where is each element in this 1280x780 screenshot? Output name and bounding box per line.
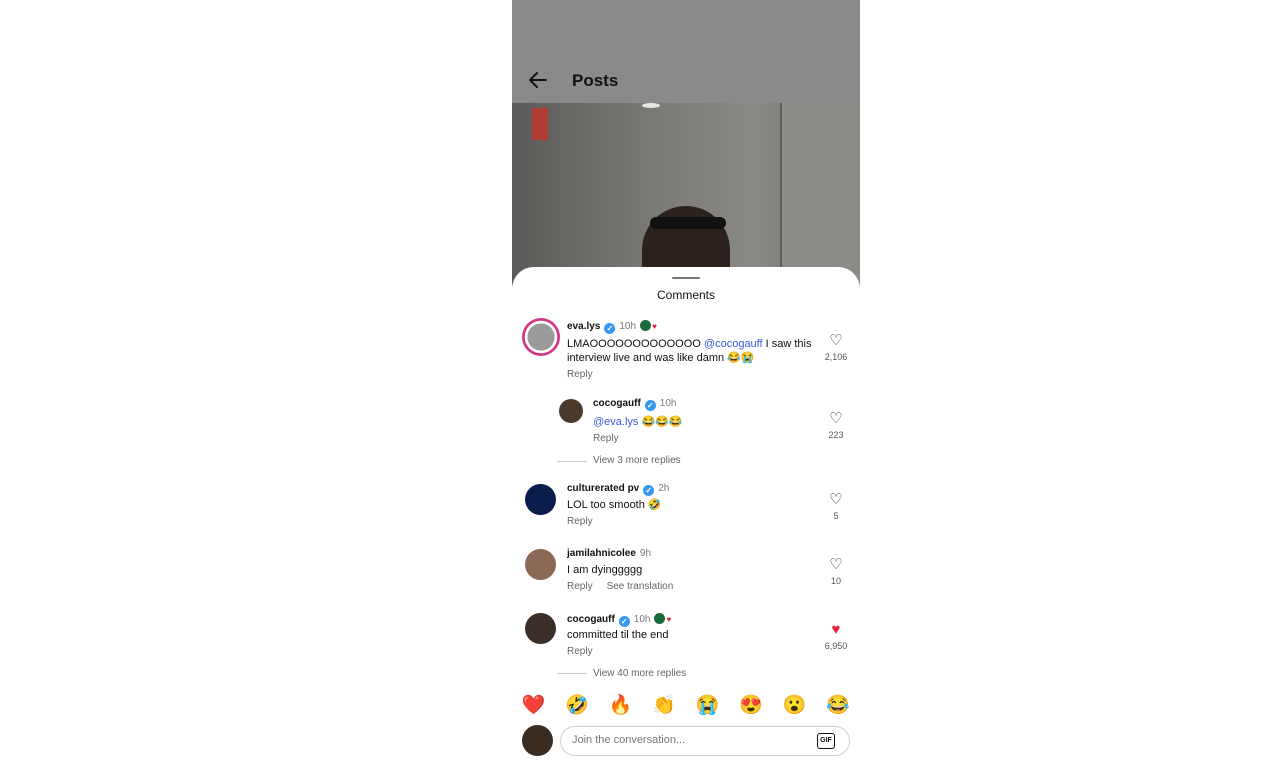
emoji-clap-button[interactable]: 👏 bbox=[649, 693, 679, 717]
comment-text: LOL too smooth 🤣 bbox=[567, 499, 662, 511]
reply-button[interactable]: Reply bbox=[567, 516, 593, 527]
comment-text: I am dyinggggg bbox=[567, 564, 643, 576]
like-control: ♥ 6,950 bbox=[816, 622, 856, 652]
divider-line bbox=[557, 673, 587, 674]
flag-icon bbox=[654, 613, 666, 624]
reply-button[interactable]: Reply bbox=[567, 581, 593, 592]
like-control: ♡ 5 bbox=[816, 492, 856, 522]
photo-exit-sign bbox=[532, 108, 548, 140]
gif-button[interactable]: GIF bbox=[817, 733, 835, 749]
heart-outline-icon[interactable]: ♡ bbox=[816, 333, 856, 349]
heart-outline-icon[interactable]: ♡ bbox=[816, 411, 856, 427]
comment-input[interactable]: Join the conversation... GIF bbox=[560, 726, 850, 756]
reply-button[interactable]: Reply bbox=[567, 646, 593, 657]
top-bar: Posts bbox=[512, 0, 860, 103]
verified-badge-icon: ✓ bbox=[604, 323, 616, 334]
flag-icon bbox=[640, 320, 652, 331]
photo-ceiling-light bbox=[642, 103, 660, 108]
avatar[interactable] bbox=[525, 484, 556, 515]
like-count: 2,106 bbox=[824, 352, 848, 362]
emoji-rofl-button[interactable]: 🤣 bbox=[562, 693, 592, 717]
see-translation-button[interactable]: See translation bbox=[607, 581, 674, 592]
comment-time: 10h bbox=[659, 398, 677, 409]
like-count: 223 bbox=[828, 430, 844, 440]
comment-input-placeholder: Join the conversation... bbox=[572, 734, 686, 746]
heart-filled-icon[interactable]: ♥ bbox=[816, 622, 856, 638]
like-count: 10 bbox=[830, 576, 841, 586]
comment-time: 2h bbox=[658, 483, 670, 494]
reply-button[interactable]: Reply bbox=[567, 369, 593, 380]
heart-sticker-icon: ♥ bbox=[652, 322, 657, 331]
comment-time: 9h bbox=[639, 548, 652, 559]
comment-time: 10h bbox=[619, 321, 637, 332]
sheet-drag-handle[interactable] bbox=[672, 277, 700, 279]
emoji-heart-eyes-button[interactable]: 😍 bbox=[736, 693, 766, 717]
comment-composer: Join the conversation... GIF bbox=[512, 725, 860, 780]
sheet-title: Comments bbox=[656, 288, 715, 302]
page-title: Posts bbox=[572, 71, 619, 90]
phone-screen: Posts Comments eva.lys ✓ 10h ♥ LMAOOOOOOOOO… bbox=[512, 0, 860, 780]
comments-sheet: Comments eva.lys ✓ 10h ♥ LMAOOOOOOOOOOOOO @… bbox=[512, 267, 860, 780]
mention-link[interactable]: @cocogauff bbox=[704, 338, 763, 350]
like-count: 5 bbox=[833, 511, 839, 521]
verified-badge-icon: ✓ bbox=[643, 485, 655, 496]
avatar[interactable] bbox=[525, 613, 556, 644]
emoji-surprised-button[interactable]: 😮 bbox=[780, 693, 810, 717]
heart-outline-icon[interactable]: ♡ bbox=[816, 557, 856, 573]
avatar[interactable] bbox=[525, 549, 556, 580]
view-more-replies[interactable]: View 3 more replies bbox=[593, 455, 681, 466]
emoji-heart-button[interactable]: ❤️ bbox=[519, 693, 549, 717]
photo-headband bbox=[650, 217, 726, 229]
emoji-joy-button[interactable]: 😂 bbox=[823, 693, 853, 717]
emoji-fire-button[interactable]: 🔥 bbox=[606, 693, 636, 717]
like-control: ♡ 2,106 bbox=[816, 333, 856, 363]
heart-outline-icon[interactable]: ♡ bbox=[816, 492, 856, 508]
emoji-crying-button[interactable]: 😭 bbox=[693, 693, 723, 717]
comment-time: 10h bbox=[633, 614, 651, 625]
divider-line bbox=[557, 461, 587, 462]
reply-button[interactable]: Reply bbox=[593, 433, 619, 444]
comment-username[interactable]: cocogauff bbox=[593, 398, 641, 409]
comment-username[interactable]: cocogauff bbox=[567, 614, 615, 625]
comment-username[interactable]: culturerated pv bbox=[567, 483, 639, 494]
emoji-reaction-bar: ❤️ 🤣 🔥 👏 😭 😍 😮 😂 bbox=[512, 685, 860, 725]
like-control: ♡ 223 bbox=[816, 411, 856, 441]
verified-badge-icon: ✓ bbox=[644, 400, 656, 411]
comment-text: LMAOOOOOOOOOOOOO @cocogauff I saw this i… bbox=[567, 338, 812, 364]
like-control: ♡ 10 bbox=[816, 557, 856, 587]
heart-sticker-icon: ♥ bbox=[666, 615, 672, 624]
avatar[interactable] bbox=[559, 399, 583, 423]
user-avatar bbox=[522, 725, 553, 756]
avatar[interactable] bbox=[522, 318, 560, 356]
mention-link[interactable]: @eva.lys bbox=[593, 416, 638, 428]
verified-badge-icon: ✓ bbox=[618, 616, 630, 627]
comment-username[interactable]: jamilahnicolee bbox=[567, 548, 636, 559]
comment-text: committed til the end bbox=[567, 629, 669, 641]
like-count: 6,950 bbox=[824, 641, 848, 651]
comment-text: @eva.lys 😂😂😂 bbox=[593, 416, 683, 428]
comment-username[interactable]: eva.lys bbox=[567, 321, 600, 332]
back-arrow-icon[interactable] bbox=[526, 68, 550, 92]
view-more-replies[interactable]: View 40 more replies bbox=[593, 668, 686, 679]
